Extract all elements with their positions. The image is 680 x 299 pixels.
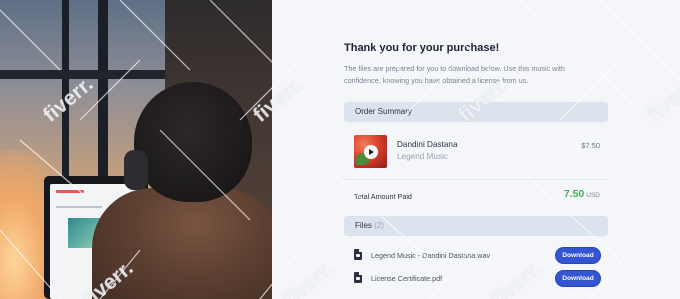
total-currency: USD [586,192,600,199]
track-artist: Legend Music [397,152,448,161]
pdf-file-icon [354,272,362,283]
window-frame [98,0,108,190]
total-label: Total Amount Paid [354,192,412,201]
file-row: Legend Music - Dandini Dastana.wav Downl… [354,248,608,264]
files-count: (2) [374,221,384,230]
divider [344,179,608,180]
hero-photo [0,0,272,299]
album-art [354,135,387,168]
file-name: Legend Music - Dandini Dastana.wav [371,251,491,260]
page-subtitle: The files are prepared for you to downlo… [344,64,565,85]
track-price: $7.50 [581,141,600,150]
order-summary-label: Order Summary [355,107,412,116]
files-header: Files (2) [344,216,608,236]
person-shoulders [92,188,272,299]
play-button[interactable] [364,145,378,159]
track-title: Dandini Dastana [397,140,458,149]
fiverr-watermark: fiverr. [642,72,680,127]
download-button[interactable]: Download [556,271,600,286]
play-icon [369,149,374,155]
total-amount: 7.50 USD [564,188,600,200]
person-head [134,82,252,202]
screen-logo [56,190,84,193]
files-label: Files [355,221,372,230]
audio-file-icon [354,249,362,260]
total-value: 7.50 [563,188,585,200]
headphones [124,150,148,190]
download-button[interactable]: Download [556,248,600,263]
page-title: Thank you for your purchase! [344,42,500,54]
order-summary-header: Order Summary [344,102,608,122]
file-name: License Certificate.pdf [371,274,443,283]
screen-text [56,206,102,208]
window-frame [0,70,170,79]
fiverr-watermark: fiverr. [278,256,338,299]
file-row: License Certificate.pdf Download [354,271,608,287]
